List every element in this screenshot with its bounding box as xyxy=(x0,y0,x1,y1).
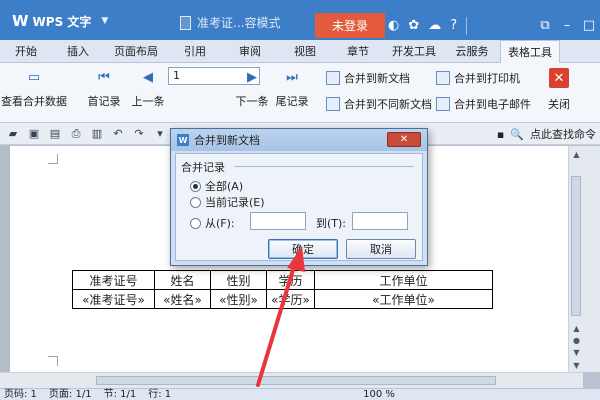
arrow-shaft xyxy=(256,258,298,387)
arrow-head xyxy=(287,246,305,272)
annotation-arrow xyxy=(256,246,305,387)
